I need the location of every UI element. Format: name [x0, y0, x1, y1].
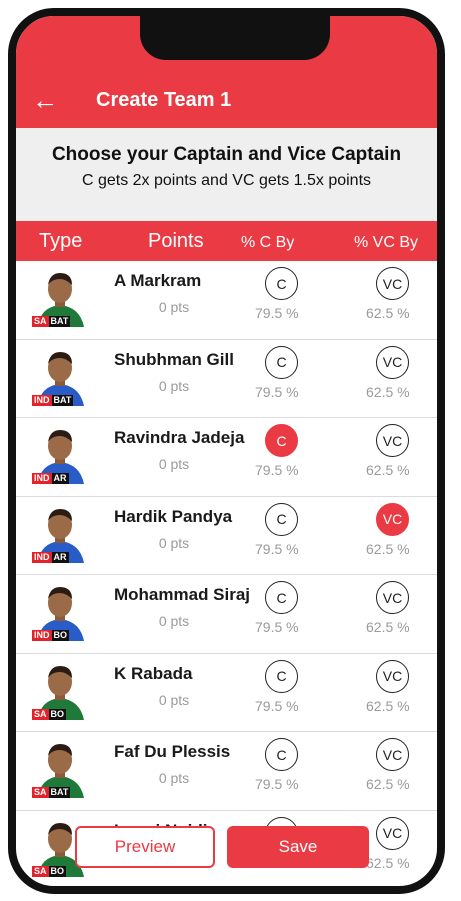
vice-captain-button[interactable]: VC — [376, 581, 409, 614]
captain-percentage: 79.5 % — [255, 383, 299, 400]
team-role-badge: IND BAT — [32, 394, 74, 406]
team-role-badge: IND AR — [32, 473, 69, 484]
team-code: IND — [32, 473, 52, 484]
instructions-banner: Choose your Captain and Vice Captain C g… — [16, 128, 437, 221]
captain-percentage: 79.5 % — [255, 462, 299, 478]
vice-captain-button[interactable]: VC — [376, 424, 409, 457]
player-role: BAT — [48, 316, 71, 327]
player-avatar: IND AR — [32, 503, 88, 563]
team-role-badge: IND BO — [32, 630, 69, 641]
vice-captain-percentage: 62.5 % — [366, 383, 410, 400]
vice-captain-button[interactable]: VC — [376, 502, 409, 536]
captain-button[interactable]: C — [265, 424, 298, 457]
captain-button[interactable]: C — [265, 345, 298, 379]
vice-captain-percentage: 62.5 % — [366, 697, 410, 714]
page-title: Create Team 1 — [96, 89, 232, 111]
save-button[interactable]: Save — [227, 826, 369, 868]
player-name: Shubhman Gill — [114, 349, 234, 369]
team-code: IND — [32, 630, 52, 641]
vice-captain-button[interactable]: VC — [376, 345, 409, 379]
instructions-heading: Choose your Captain and Vice Captain — [51, 144, 402, 165]
captain-button[interactable]: C — [265, 581, 298, 614]
player-points: 0 pts — [158, 377, 190, 394]
player-role: BO — [48, 708, 67, 720]
player-points: 0 pts — [158, 691, 190, 708]
vice-captain-percentage: 62.5 % — [366, 619, 410, 635]
player-points: 0 pts — [158, 456, 190, 472]
team-code: SA — [32, 316, 49, 327]
vice-captain-percentage: 62.5 % — [366, 540, 410, 557]
vice-captain-percentage: 62.5 % — [366, 305, 410, 321]
vice-captain-button[interactable]: VC — [376, 659, 409, 693]
captain-button[interactable]: C — [265, 659, 298, 693]
player-name: Ravindra Jadeja — [114, 428, 245, 447]
player-row: IND BO Mohammad Siraj 0 pts C 79.5 % VC … — [16, 575, 437, 654]
player-role: AR — [51, 473, 69, 484]
player-avatar: IND AR — [32, 424, 88, 484]
back-arrow-icon[interactable]: ← — [32, 86, 60, 114]
team-code: SA — [32, 787, 49, 798]
instructions-subheading: C gets 2x points and VC gets 1.5x points — [81, 172, 372, 189]
player-avatar: IND BO — [32, 581, 88, 641]
phone-notch — [140, 16, 330, 60]
vice-captain-button[interactable]: VC — [376, 738, 409, 771]
column-type: Type — [39, 230, 83, 252]
column-c-by: % C By — [241, 234, 295, 251]
team-code: SA — [32, 708, 49, 720]
player-name: A Markram — [114, 271, 202, 290]
team-role-badge: SA BAT — [32, 787, 71, 798]
player-row: SA BAT A Markram 0 pts C 79.5 % VC 62.5 … — [16, 261, 437, 340]
captain-button[interactable]: C — [265, 738, 298, 771]
player-avatar: SA BAT — [32, 267, 88, 327]
team-code: IND — [32, 551, 52, 563]
captain-percentage: 79.5 % — [255, 619, 299, 635]
player-row: IND BAT Shubhman Gill 0 pts C 79.5 % VC … — [16, 340, 437, 418]
player-role: AR — [51, 551, 69, 563]
player-points: 0 pts — [158, 299, 190, 315]
player-avatar: SA BO — [32, 660, 88, 720]
player-row: SA BAT Faf Du Plessis 0 pts C 79.5 % VC … — [16, 732, 437, 811]
player-list: SA BAT A Markram 0 pts C 79.5 % VC 62.5 … — [16, 261, 437, 886]
team-role-badge: SA BO — [32, 708, 67, 720]
captain-button[interactable]: C — [265, 502, 298, 536]
player-row: IND AR Ravindra Jadeja 0 pts C 79.5 % VC… — [16, 418, 437, 497]
bottom-action-bar: Preview Save — [16, 816, 437, 872]
column-header: Type Points % C By % VC By — [16, 221, 437, 261]
captain-percentage: 79.5 % — [255, 697, 299, 714]
team-code: IND — [32, 394, 52, 406]
player-row: SA BO K Rabada 0 pts C 79.5 % VC 62.5 % — [16, 654, 437, 732]
team-role-badge: IND AR — [32, 551, 69, 563]
vice-captain-button[interactable]: VC — [376, 267, 409, 300]
player-name: K Rabada — [114, 663, 193, 683]
player-name: Mohammad Siraj — [114, 585, 251, 604]
captain-button[interactable]: C — [265, 267, 298, 300]
player-role: BO — [51, 630, 69, 641]
player-role: BAT — [48, 787, 71, 798]
captain-percentage: 79.5 % — [255, 540, 299, 557]
player-row: IND AR Hardik Pandya 0 pts C 79.5 % VC 6… — [16, 497, 437, 575]
player-role: BAT — [51, 394, 74, 406]
captain-percentage: 79.5 % — [255, 776, 299, 792]
player-name: Hardik Pandya — [114, 506, 233, 526]
column-points: Points — [148, 230, 204, 252]
player-avatar: IND BAT — [32, 346, 88, 406]
player-name: Faf Du Plessis — [114, 742, 231, 761]
player-points: 0 pts — [158, 534, 190, 551]
preview-button[interactable]: Preview — [75, 826, 215, 868]
player-points: 0 pts — [158, 613, 190, 629]
vice-captain-percentage: 62.5 % — [366, 462, 410, 478]
team-role-badge: SA BAT — [32, 316, 71, 327]
player-points: 0 pts — [158, 770, 190, 786]
captain-percentage: 79.5 % — [255, 305, 299, 321]
phone-frame: ← Create Team 1 Choose your Captain and … — [8, 8, 445, 894]
player-avatar: SA BAT — [32, 738, 88, 798]
vice-captain-percentage: 62.5 % — [366, 776, 410, 792]
column-vc-by: % VC By — [354, 234, 419, 251]
